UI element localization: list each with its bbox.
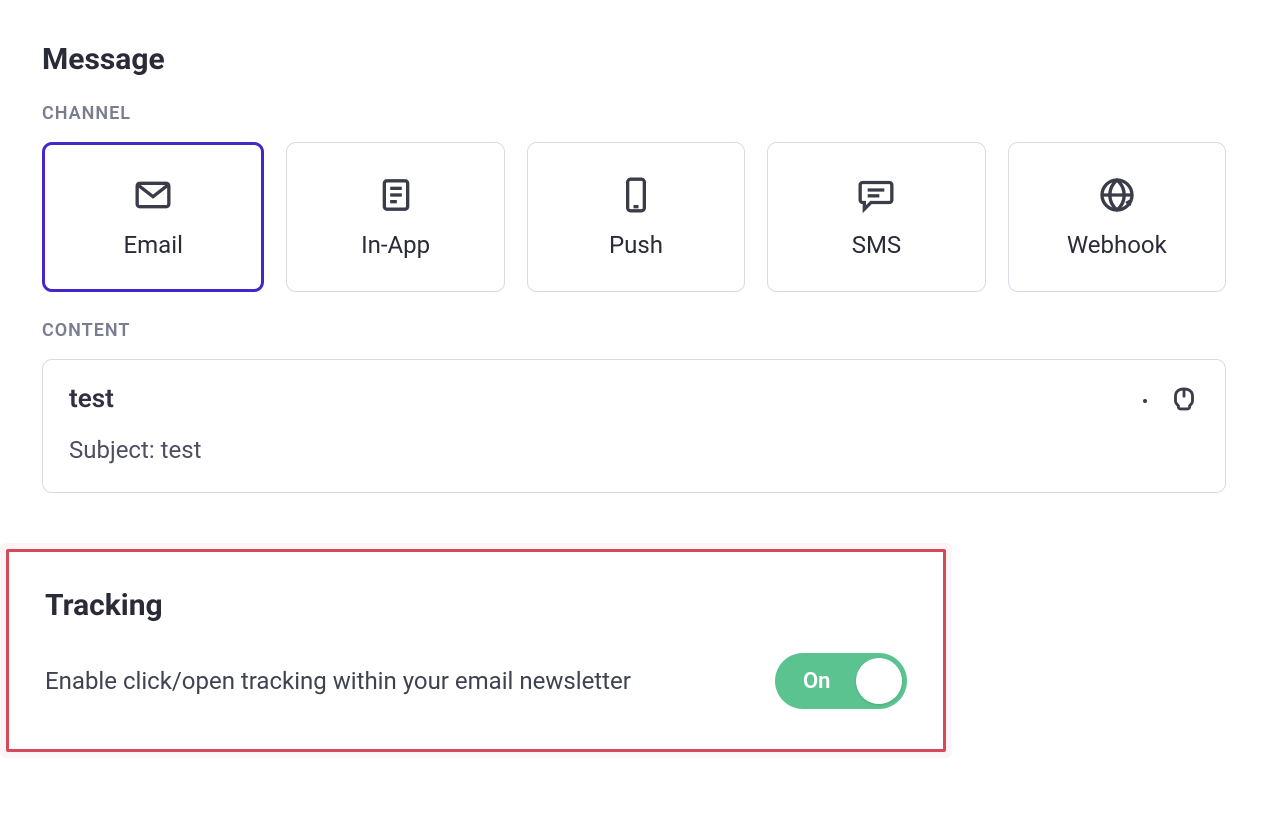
- channel-label: Push: [609, 231, 663, 259]
- chat-bubble-icon: [856, 175, 896, 215]
- channel-label: Email: [123, 231, 182, 259]
- channel-sms[interactable]: SMS: [767, 142, 985, 292]
- message-heading: Message: [42, 42, 1226, 77]
- toggle-state-label: On: [803, 669, 830, 694]
- mail-icon: [133, 175, 173, 215]
- content-subject-value: test: [161, 436, 202, 464]
- tracking-row: Enable click/open tracking within your e…: [45, 653, 907, 709]
- content-card-actions: [1143, 382, 1201, 420]
- channel-push[interactable]: Push: [527, 142, 745, 292]
- channel-webhook[interactable]: Webhook: [1008, 142, 1226, 292]
- content-subject: Subject: test: [69, 436, 1199, 464]
- content-card[interactable]: test Subject: test: [42, 359, 1226, 493]
- content-subject-prefix: Subject:: [69, 436, 161, 464]
- channel-in-app[interactable]: In-App: [286, 142, 504, 292]
- globe-arrow-icon: [1097, 175, 1137, 215]
- message-section: Message CHANNEL Email In-App Push SMS: [42, 42, 1226, 493]
- tracking-description: Enable click/open tracking within your e…: [45, 667, 751, 695]
- tracking-section-highlight: Tracking Enable click/open tracking with…: [6, 549, 946, 752]
- channel-section-label: CHANNEL: [42, 103, 1226, 124]
- toggle-knob: [856, 658, 902, 704]
- document-lines-icon: [376, 175, 416, 215]
- phone-icon: [616, 175, 656, 215]
- content-name: test: [69, 384, 1199, 414]
- channel-label: Webhook: [1067, 231, 1167, 259]
- tracking-toggle[interactable]: On: [775, 653, 907, 709]
- tracking-heading: Tracking: [45, 588, 907, 623]
- dot-icon: [1143, 399, 1147, 403]
- channel-email[interactable]: Email: [42, 142, 264, 292]
- content-section-label: CONTENT: [42, 320, 1226, 341]
- channel-label: SMS: [852, 231, 901, 259]
- channel-label: In-App: [361, 231, 430, 259]
- drag-handle-icon[interactable]: [1167, 382, 1201, 420]
- channel-selector: Email In-App Push SMS Webhook: [42, 142, 1226, 292]
